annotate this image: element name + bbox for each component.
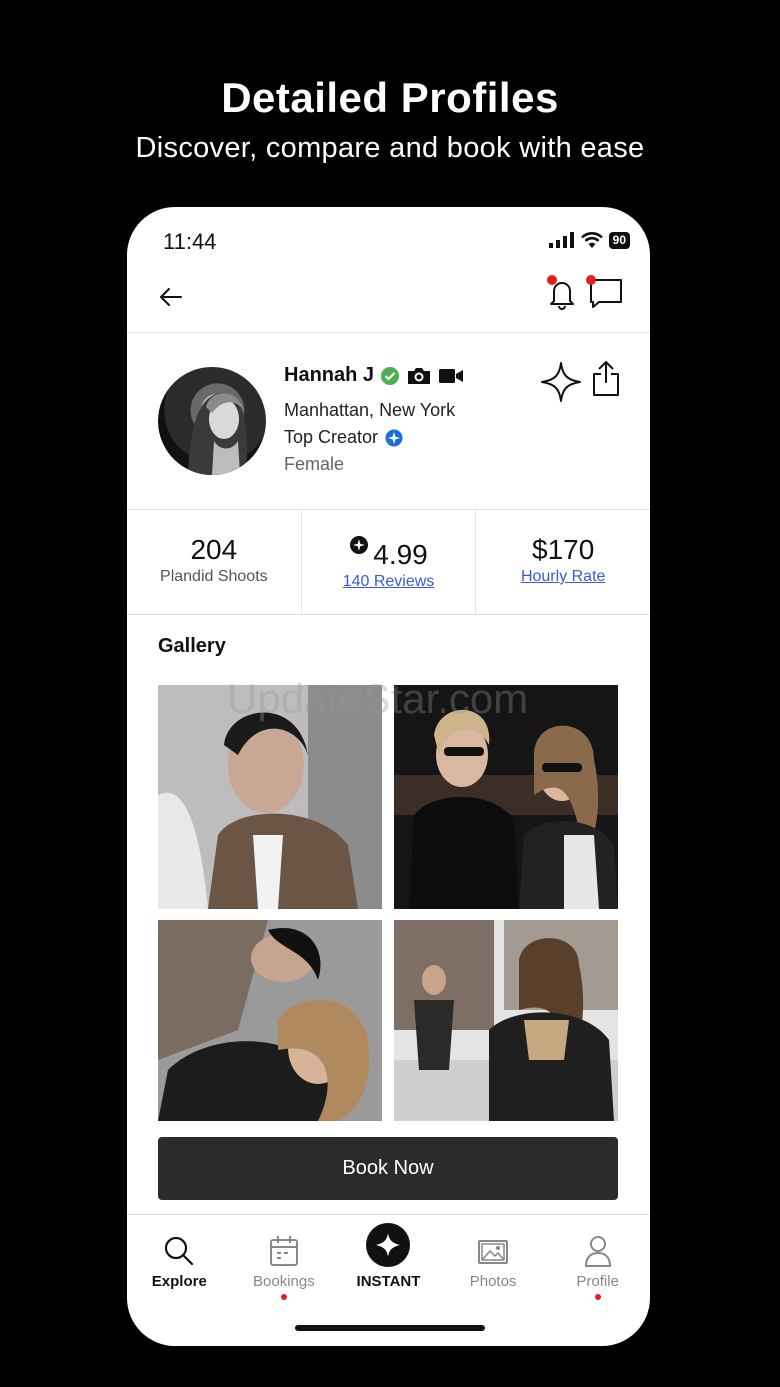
status-icons: 90 (548, 231, 630, 249)
creator-badge-icon (385, 429, 403, 446)
status-time: 11:44 (163, 229, 217, 254)
hero-title: Detailed Profiles (221, 74, 559, 121)
profile-location: Manhattan, New York (284, 400, 456, 420)
rating-star-icon (350, 536, 369, 554)
person-icon (584, 1236, 611, 1267)
sparkle-icon (376, 1233, 401, 1257)
signal-icon (548, 232, 574, 248)
stat-rating: 4.99 140 Reviews (300, 510, 476, 614)
wifi-icon (580, 232, 603, 248)
video-camera-icon (439, 368, 464, 383)
header-divider (127, 332, 650, 333)
profile-notification-dot (594, 1294, 601, 1300)
chat-icon[interactable] (585, 275, 623, 309)
creator-badge-label: Top Creator (284, 427, 379, 447)
nav-item-explore[interactable]: Explore (127, 1223, 232, 1313)
nav-item-bookings[interactable]: Bookings (232, 1223, 337, 1313)
gallery-photo-4[interactable] (394, 920, 618, 1121)
favorite-sparkle-icon[interactable] (540, 361, 582, 403)
search-icon (165, 1236, 194, 1266)
nav-item-photos[interactable]: Photos (441, 1223, 546, 1313)
profile-gender: Female (284, 454, 345, 474)
camera-icon (408, 367, 431, 384)
book-now-button[interactable]: Book Now (158, 1137, 618, 1200)
stats-row: 204 Plandid Shoots 4.99 140 Reviews $170… (127, 509, 650, 615)
nav-label-bookings: Bookings (253, 1273, 315, 1290)
name-row: Hannah J (284, 364, 464, 387)
bookings-notification-dot (280, 1294, 287, 1300)
stat-rate: $170 Hourly Rate (475, 510, 650, 614)
stat-shoots: 204 Plandid Shoots (127, 510, 301, 614)
rating-value: 4.99 (373, 539, 428, 570)
nav-divider (127, 1214, 650, 1215)
nav-label-profile: Profile (576, 1273, 619, 1290)
share-icon[interactable] (591, 359, 621, 397)
phone-screen: 11:44 90 Hannah J Manhattan, New York To… (127, 207, 650, 1346)
gallery-photo-1[interactable] (158, 685, 382, 909)
battery-indicator: 90 (608, 231, 630, 249)
hourly-rate-value: $170 (532, 534, 595, 565)
home-indicator[interactable] (295, 1325, 485, 1331)
nav-item-instant[interactable]: INSTANT (336, 1223, 441, 1313)
verified-check-icon (381, 366, 400, 385)
back-arrow-icon[interactable] (157, 283, 185, 311)
hourly-rate-link[interactable]: Hourly Rate (476, 568, 650, 586)
reviews-link[interactable]: 140 Reviews (302, 573, 476, 591)
shoots-count: 204 (190, 534, 238, 565)
creator-badge-row: Top Creator (284, 427, 403, 448)
gallery-photo-2[interactable] (394, 685, 618, 909)
gallery-photo-3[interactable] (158, 920, 382, 1121)
calendar-icon (269, 1236, 298, 1266)
hero-subtitle: Discover, compare and book with ease (135, 132, 645, 164)
bottom-nav: Explore Bookings INSTANT Photos Profile (127, 1223, 650, 1313)
photos-icon (478, 1240, 509, 1264)
nav-label-explore: Explore (151, 1273, 207, 1290)
avatar (158, 367, 266, 475)
nav-label-instant: INSTANT (356, 1273, 421, 1290)
shoots-label: Plandid Shoots (160, 568, 268, 585)
bell-icon[interactable] (545, 275, 579, 311)
nav-item-profile[interactable]: Profile (545, 1223, 650, 1313)
instant-button (366, 1223, 411, 1267)
nav-label-photos: Photos (469, 1273, 517, 1290)
profile-name: Hannah J (284, 364, 375, 386)
gallery-title: Gallery (158, 635, 226, 657)
